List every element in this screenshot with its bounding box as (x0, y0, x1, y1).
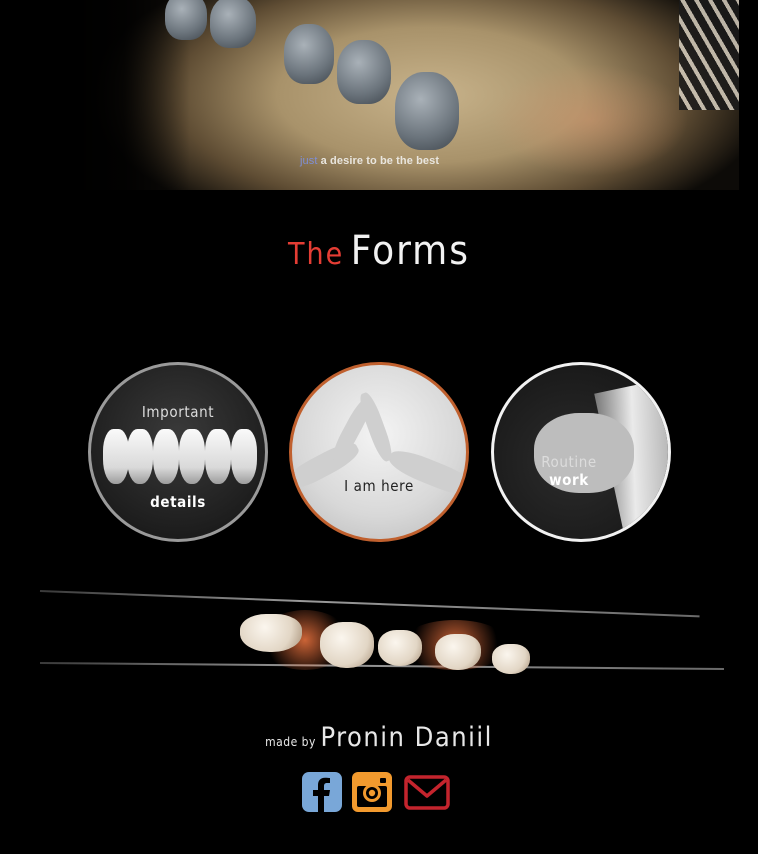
tooth-model (492, 644, 530, 674)
circle-label-line1: Important (141, 403, 215, 421)
title-main: Forms (350, 228, 470, 274)
circle-label-line2: work (549, 471, 589, 489)
tagline-text: a desire to be the best (317, 155, 440, 167)
tweezers-teeth-image (39, 570, 724, 680)
author-name: Pronin Daniil (320, 722, 493, 753)
form-circle-routine-work[interactable]: Routine work (491, 362, 671, 542)
hero-tagline: just a desire to be the best (300, 155, 439, 167)
tooth-model (240, 614, 302, 652)
social-links (0, 772, 758, 814)
circle-label-line2: details (150, 493, 206, 511)
tooth-model (378, 630, 422, 666)
author-credit: made by Pronin Daniil (0, 722, 758, 753)
hero-tooth (284, 24, 334, 84)
hero-tooth (337, 40, 391, 104)
title-prefix: The (288, 237, 345, 272)
instagram-icon[interactable] (352, 772, 392, 812)
hero-tooth (395, 72, 459, 150)
circle-label-line1: I am here (344, 477, 414, 495)
tagline-accent: just (300, 155, 318, 167)
tooth-model (435, 634, 481, 670)
facebook-icon[interactable] (302, 772, 342, 812)
page-title: The Forms (0, 228, 758, 274)
hero-tooth (165, 0, 207, 40)
hero-banner: just a desire to be the best (70, 0, 739, 190)
tooth-model (320, 622, 374, 668)
made-by-label: made by (265, 735, 316, 749)
form-circle-important-details[interactable]: Important details (88, 362, 268, 542)
tweezer-arm (39, 662, 724, 670)
circle-label-line1: Routine (541, 453, 597, 471)
mail-icon[interactable] (404, 772, 450, 812)
teeth-image (101, 429, 265, 489)
hero-tooth (210, 0, 256, 48)
form-circle-i-am-here[interactable]: I am here (289, 362, 469, 542)
tweezer-arm (39, 590, 700, 618)
hero-stripe-decor (679, 0, 739, 110)
